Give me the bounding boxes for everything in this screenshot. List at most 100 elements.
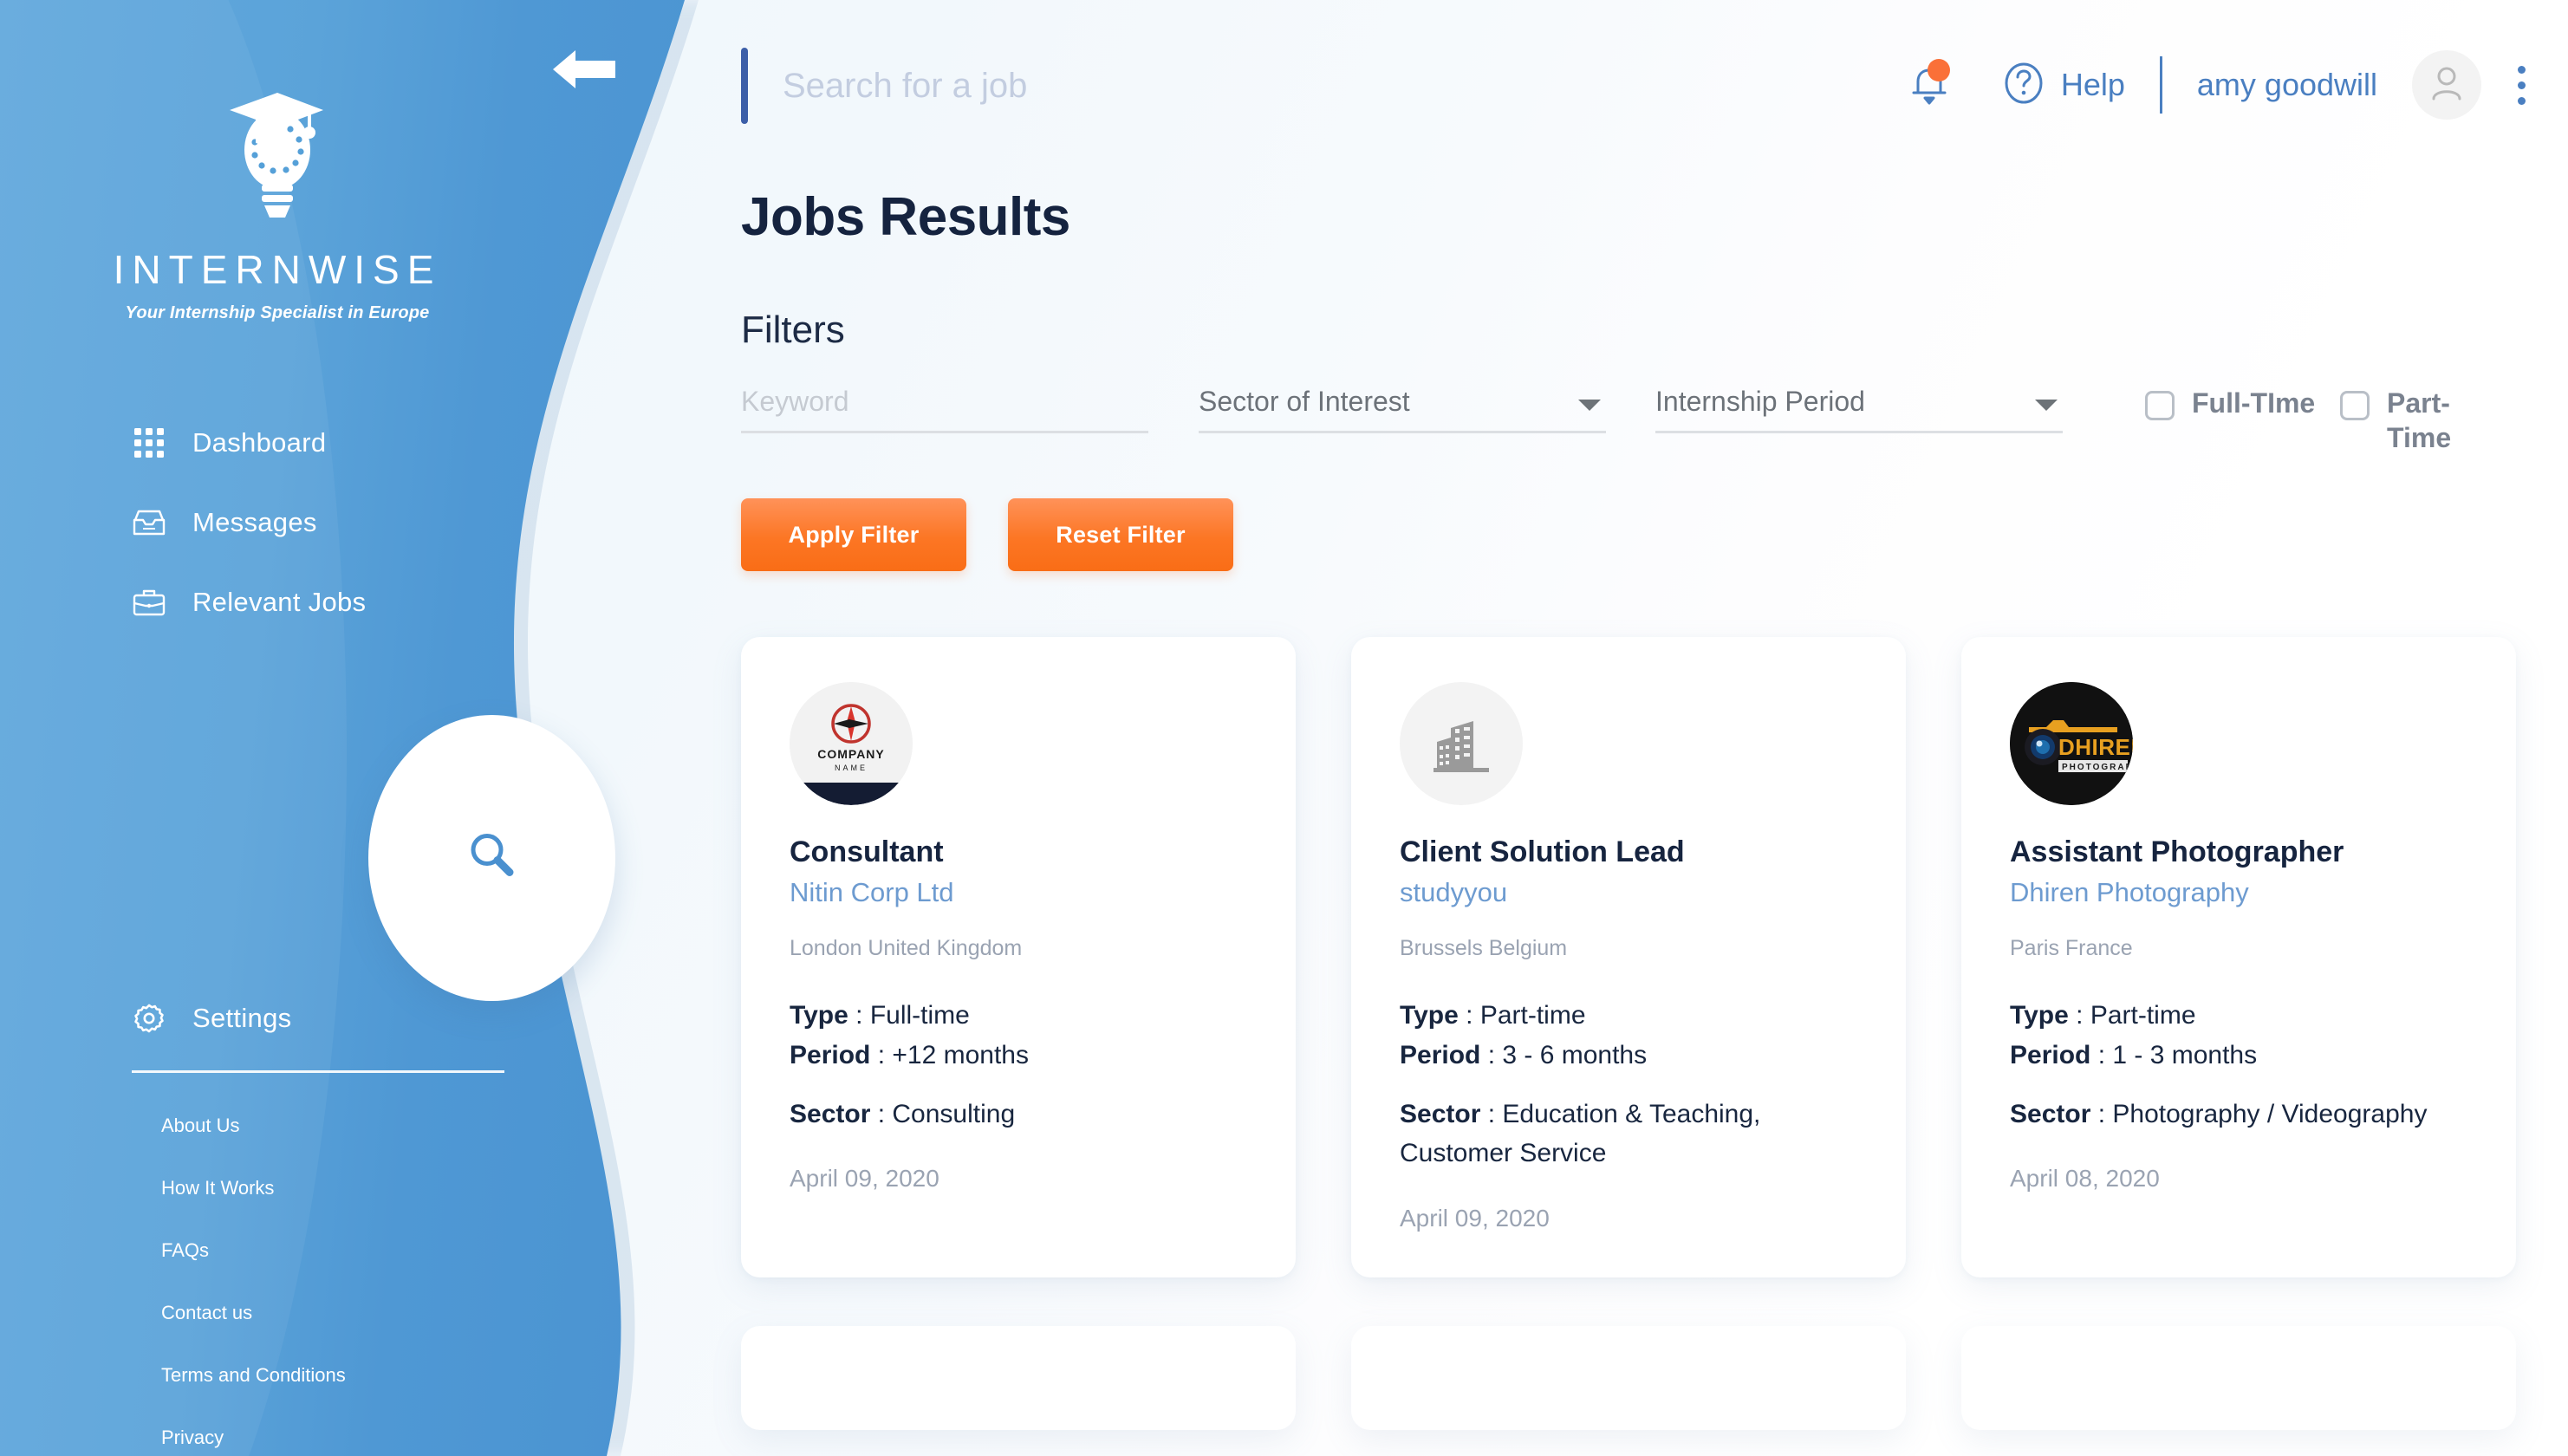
job-title: Assistant Photographer xyxy=(2010,835,2344,868)
field-underline xyxy=(741,431,1148,433)
svg-text:COMPANY: COMPANY xyxy=(817,747,885,761)
keyword-input-placeholder[interactable]: Keyword xyxy=(741,386,1148,433)
job-date: April 08, 2020 xyxy=(2010,1165,2160,1193)
chevron-down-icon xyxy=(2035,400,2058,411)
user-avatar-icon xyxy=(2428,63,2466,107)
full-time-checkbox-group[interactable]: Full-TIme xyxy=(2145,386,2318,420)
reset-filter-button[interactable]: Reset Filter xyxy=(1008,498,1233,571)
job-card-row: COMPANY NAME Consultant Nitin Corp Ltd L… xyxy=(741,637,2552,1277)
sidebar-item-dashboard[interactable]: Dashboard xyxy=(132,403,582,483)
type-label: Type xyxy=(1400,1001,1459,1030)
colon: : xyxy=(1480,1041,1503,1070)
sidebar-item-messages[interactable]: Messages xyxy=(132,483,582,562)
job-title: Client Solution Lead xyxy=(1400,835,1685,868)
arrow-left-icon[interactable] xyxy=(546,42,624,97)
filters-row: Keyword Sector of Interest Internship Pe… xyxy=(741,386,2544,490)
job-card-row-partial xyxy=(741,1325,2552,1430)
colon: : xyxy=(1458,1001,1480,1030)
sidebar-link-privacy[interactable]: Privacy xyxy=(161,1427,582,1449)
company-name-placeholder-logo: COMPANY NAME xyxy=(790,682,913,805)
username-label[interactable]: amy goodwill xyxy=(2197,67,2377,103)
help-button[interactable]: Help xyxy=(2002,60,2125,111)
internship-period-select[interactable]: Internship Period xyxy=(1655,386,2063,433)
more-vertical-icon[interactable] xyxy=(2497,52,2545,118)
part-time-checkbox[interactable] xyxy=(2340,391,2370,420)
help-label: Help xyxy=(2060,67,2125,102)
type-label: Type xyxy=(2010,1001,2069,1030)
sidebar-settings-block: Settings About Us How It Works FAQs Cont… xyxy=(132,1001,582,1456)
question-circle-icon xyxy=(2002,60,2045,111)
brand-tagline: Your Internship Specialist in Europe xyxy=(125,303,430,322)
top-bar-divider xyxy=(2159,56,2162,114)
colon: : xyxy=(870,1041,893,1070)
job-card[interactable]: COMPANY NAME Consultant Nitin Corp Ltd L… xyxy=(741,637,1296,1277)
job-card[interactable]: Client Solution Lead studyyou Brussels B… xyxy=(1351,637,1906,1277)
full-time-checkbox[interactable] xyxy=(2145,391,2175,420)
job-period: +12 months xyxy=(892,1041,1029,1070)
sidebar-link-how-it-works[interactable]: How It Works xyxy=(161,1177,582,1199)
sidebar-link-faqs[interactable]: FAQs xyxy=(161,1239,582,1262)
colon: : xyxy=(2090,1099,2113,1128)
search-input[interactable] xyxy=(783,55,1736,116)
global-search xyxy=(741,48,1736,124)
gear-icon xyxy=(132,1001,166,1036)
chevron-down-icon xyxy=(1578,400,1601,411)
avatar[interactable] xyxy=(2412,50,2481,120)
sidebar-item-settings[interactable]: Settings xyxy=(132,1001,582,1036)
sector-label: Sector xyxy=(2010,1099,2091,1128)
job-period: 1 - 3 months xyxy=(2112,1041,2258,1070)
field-underline xyxy=(1199,431,1606,433)
colon: : xyxy=(1480,1099,1503,1128)
brand-logo-block: INTERNWISE Your Internship Specialist in… xyxy=(0,82,555,323)
job-location: London United Kingdom xyxy=(790,936,1023,961)
sector-of-interest-select[interactable]: Sector of Interest xyxy=(1199,386,1606,433)
period-select-value: Internship Period xyxy=(1655,386,1865,417)
sidebar-link-terms-and-conditions[interactable]: Terms and Conditions xyxy=(161,1364,582,1387)
sidebar-search-toggle[interactable] xyxy=(368,715,615,1001)
notifications-button[interactable] xyxy=(1896,52,1962,118)
sector-select-value: Sector of Interest xyxy=(1199,386,1410,417)
brand-name: INTERNWISE xyxy=(113,247,442,292)
job-sector: Photography / Videography xyxy=(2112,1099,2428,1128)
svg-text:PHOTOGRAPHY: PHOTOGRAPHY xyxy=(2062,763,2133,772)
svg-text:NAME: NAME xyxy=(835,764,868,772)
sidebar-divider xyxy=(132,1070,504,1073)
job-date: April 09, 2020 xyxy=(790,1165,939,1193)
briefcase-icon xyxy=(132,585,166,620)
sidebar-item-label: Dashboard xyxy=(192,427,327,458)
sidebar-item-relevant-jobs[interactable]: Relevant Jobs xyxy=(132,562,582,642)
job-company[interactable]: studyyou xyxy=(1400,877,1857,908)
sidebar-nav: Dashboard Messages Relevant Jobs xyxy=(132,403,582,642)
job-period: 3 - 6 months xyxy=(1502,1041,1648,1070)
job-type: Full-time xyxy=(869,1001,970,1030)
sidebar-item-label: Relevant Jobs xyxy=(192,587,367,617)
magnifier-icon xyxy=(465,829,520,888)
job-sector: Consulting xyxy=(892,1099,1016,1128)
apply-filter-button[interactable]: Apply Filter xyxy=(741,498,966,571)
job-card[interactable] xyxy=(1961,1325,2516,1430)
job-company[interactable]: Dhiren Photography xyxy=(2010,877,2467,908)
text-caret xyxy=(741,48,748,124)
job-company[interactable]: Nitin Corp Ltd xyxy=(790,877,1247,908)
full-time-label: Full-TIme xyxy=(2192,387,2316,419)
sidebar-link-about-us[interactable]: About Us xyxy=(161,1115,582,1137)
job-card[interactable] xyxy=(741,1325,1296,1430)
part-time-checkbox-group[interactable]: Part-Time xyxy=(2340,386,2513,455)
inbox-icon xyxy=(132,505,166,540)
period-label: Period xyxy=(790,1041,871,1070)
top-bar-actions: Help amy goodwill xyxy=(1896,50,2545,120)
colon: : xyxy=(870,1099,893,1128)
job-meta: Type : Full-time Period : +12 months Sec… xyxy=(790,996,1247,1134)
job-results-grid: COMPANY NAME Consultant Nitin Corp Ltd L… xyxy=(741,637,2552,1430)
keyword-filter[interactable]: Keyword xyxy=(741,386,1148,433)
job-card[interactable] xyxy=(1351,1325,1906,1430)
graduation-bulb-logo xyxy=(0,82,555,234)
sidebar-link-contact-us[interactable]: Contact us xyxy=(161,1302,582,1324)
sector-label: Sector xyxy=(1400,1099,1481,1128)
job-type: Part-time xyxy=(1479,1001,1586,1030)
period-label: Period xyxy=(2010,1041,2091,1070)
job-date: April 09, 2020 xyxy=(1400,1204,1550,1232)
job-card[interactable]: DHIREN PHOTOGRAPHY Assistant Photographe… xyxy=(1961,637,2516,1277)
